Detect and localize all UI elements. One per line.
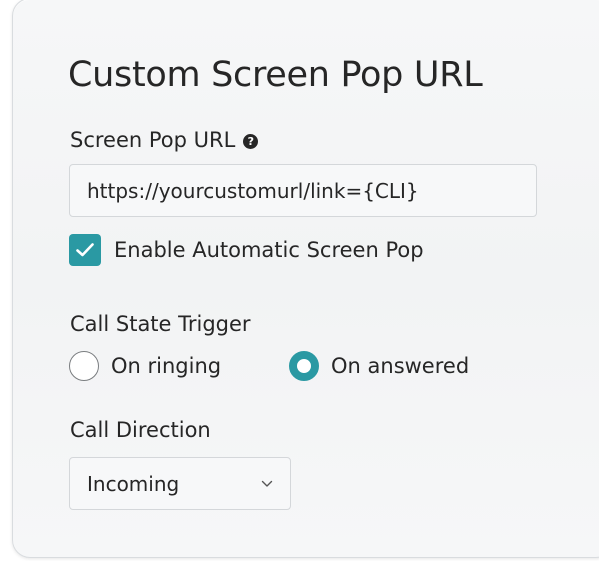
call-direction-label: Call Direction (70, 418, 211, 442)
radio-label-on-answered: On answered (331, 354, 470, 378)
screen-pop-url-label-text: Screen Pop URL (70, 128, 236, 152)
screen-pop-url-input[interactable] (69, 164, 537, 217)
radio-on-ringing[interactable]: On ringing (69, 349, 221, 383)
screen: Custom Screen Pop URL Screen Pop URL? En… (0, 0, 599, 561)
radio-on-answered[interactable]: On answered (289, 349, 469, 383)
panel-title: Custom Screen Pop URL (68, 55, 483, 95)
checkbox-label: Enable Automatic Screen Pop (114, 238, 424, 262)
radio-label-on-ringing: On ringing (111, 354, 222, 378)
radio-button-unselected[interactable] (69, 351, 99, 381)
checkmark-icon (76, 243, 94, 257)
call-direction-select[interactable]: Incoming (69, 457, 291, 510)
call-direction-value: Incoming (87, 471, 180, 496)
enable-auto-screen-pop-checkbox[interactable]: Enable Automatic Screen Pop (69, 233, 424, 267)
screen-pop-url-label: Screen Pop URL? (70, 128, 259, 152)
question-icon[interactable]: ? (243, 134, 259, 149)
call-state-trigger-label: Call State Trigger (70, 312, 251, 336)
radio-button-selected[interactable] (289, 351, 319, 381)
chevron-down-icon (261, 480, 273, 487)
checkbox-checked[interactable] (69, 234, 101, 266)
